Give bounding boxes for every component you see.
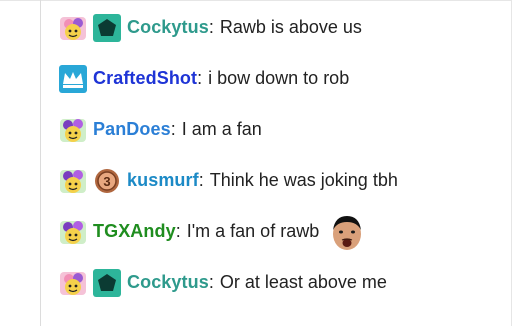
- colon: :: [208, 17, 214, 37]
- username[interactable]: Cockytus: [127, 17, 209, 38]
- top-divider: [0, 0, 512, 1]
- message-text: Or at least above me: [219, 272, 387, 292]
- chat-message: CraftedShot: i bow down to rob: [59, 61, 499, 96]
- chat-message: 3 kusmurf: Think he was joking tbh: [59, 163, 499, 198]
- chat-message: Cockytus: Rawb is above us: [59, 10, 499, 45]
- coin-badge-icon[interactable]: 3: [93, 167, 121, 195]
- chat-panel: Cockytus: Rawb is above us CraftedShot: …: [0, 0, 512, 326]
- left-border: [40, 0, 41, 326]
- username[interactable]: CraftedShot: [93, 68, 197, 89]
- chat-message: TGXAndy: I'm a fan of rawb: [59, 212, 499, 252]
- username[interactable]: TGXAndy: [93, 221, 176, 242]
- colon: :: [198, 170, 204, 190]
- username[interactable]: PanDoes: [93, 119, 171, 140]
- chat-message-list[interactable]: Cockytus: Rawb is above us CraftedShot: …: [59, 10, 499, 300]
- username[interactable]: kusmurf: [127, 170, 199, 191]
- colon: :: [170, 119, 176, 139]
- crown-badge-icon[interactable]: [59, 64, 87, 93]
- message-text: I'm a fan of rawb: [186, 221, 320, 241]
- message-text: I am a fan: [181, 119, 262, 139]
- sub-badge-cupid-icon[interactable]: [59, 269, 87, 297]
- pentagon-badge-icon[interactable]: [93, 13, 121, 42]
- colon: :: [175, 221, 181, 241]
- sub-badge-flower-icon[interactable]: [59, 167, 87, 195]
- chat-message: Cockytus: Or at least above me: [59, 265, 499, 300]
- colon: :: [197, 68, 203, 88]
- sub-badge-flower-icon[interactable]: [59, 218, 87, 246]
- chat-message: PanDoes: I am a fan: [59, 112, 499, 147]
- message-text: Think he was joking tbh: [209, 170, 398, 190]
- sub-badge-flower-icon[interactable]: [59, 116, 87, 144]
- colon: :: [208, 272, 214, 292]
- message-text: i bow down to rob: [208, 68, 350, 88]
- coin-badge-label: 3: [103, 174, 110, 189]
- username[interactable]: Cockytus: [127, 272, 209, 293]
- sub-badge-cupid-icon[interactable]: [59, 14, 87, 42]
- pentagon-badge-icon[interactable]: [93, 268, 121, 297]
- face-emote-icon[interactable]: [327, 212, 367, 252]
- message-text: Rawb is above us: [219, 17, 362, 37]
